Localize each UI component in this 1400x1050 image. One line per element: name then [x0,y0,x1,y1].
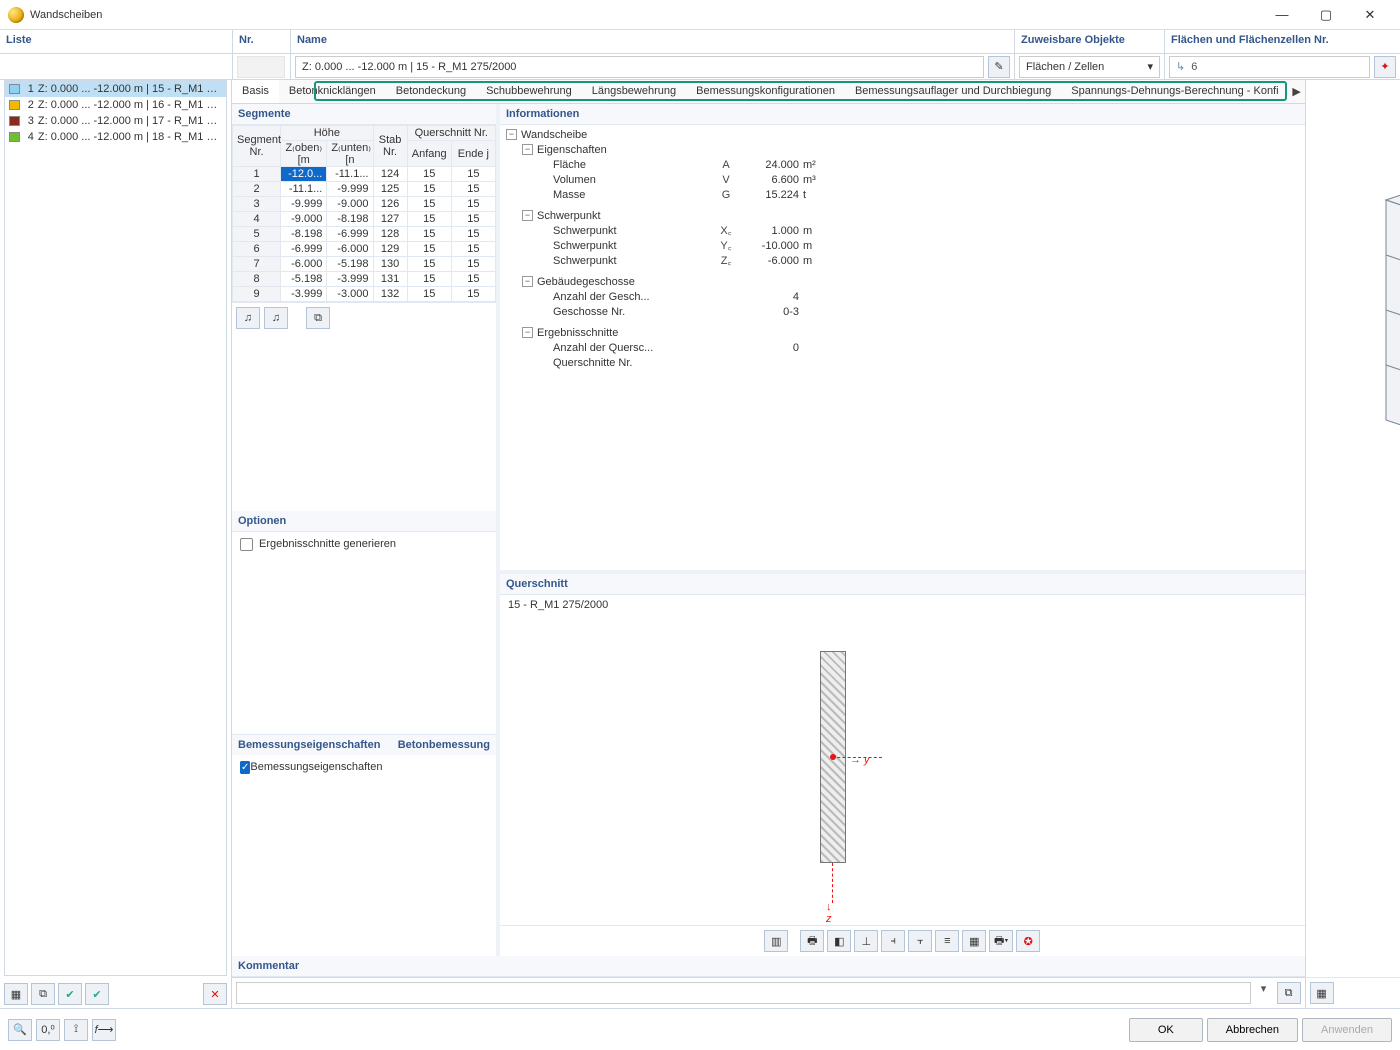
kommentar-input[interactable] [236,982,1251,1004]
betonbemessung-label: Betonbemessung [398,739,490,751]
pick-button[interactable]: ✦ [1374,56,1396,78]
list-item[interactable]: 3Z: 0.000 ... -12.000 m | 17 - R_M1 275/… [5,113,226,129]
name-input[interactable]: Z: 0.000 ... -12.000 m | 15 - R_M1 275/2… [295,56,984,78]
nr-header: Nr. [232,30,290,53]
cross-section-view: → y ↓z [500,615,1305,925]
info-header: Informationen [500,104,1305,125]
table-row[interactable]: 8-5.198-3.9991311515 [233,272,496,287]
table-row[interactable]: 1-12.0...-11.1...1241515 [233,167,496,182]
qs-tool-4[interactable]: ⊥ [854,930,878,952]
units-button[interactable]: 0,⁰ [36,1019,60,1041]
segments-header: Segmente [232,104,496,125]
zuweis-header: Zuweisbare Objekte [1014,30,1164,53]
table-row[interactable]: 3-9.999-9.0001261515 [233,197,496,212]
segment-table[interactable]: Segment Nr.HöheStab Nr.Querschnitt Nr. Z… [232,125,496,302]
new-button[interactable]: ▦ [4,983,28,1005]
tab-2[interactable]: Betondeckung [386,80,476,103]
qs-tool-8[interactable]: ▦ [962,930,986,952]
qs-print[interactable]: 🖶 [800,930,824,952]
table-row[interactable]: 9-3.999-3.0001321515 [233,287,496,302]
seg-tool-2[interactable]: ♫ [264,307,288,329]
delete-button[interactable]: ✕ [203,983,227,1005]
tool-3[interactable]: ⟟ [64,1019,88,1041]
table-row[interactable]: 5-8.198-6.9991281515 [233,227,496,242]
tab-5[interactable]: Bemessungskonfigurationen [686,80,845,103]
tab-0[interactable]: Basis [232,80,279,103]
qs-tool-10[interactable]: ✪ [1016,930,1040,952]
maximize-button[interactable]: ▢ [1304,0,1348,30]
table-row[interactable]: 2-11.1...-9.9991251515 [233,182,496,197]
app-icon [8,7,24,23]
chevron-down-icon: ▾ [1147,60,1153,73]
help-button[interactable]: 🔍 [8,1019,32,1041]
check1-button[interactable]: ✔ [58,983,82,1005]
tab-6[interactable]: Bemessungsauflager und Durchbiegung [845,80,1061,103]
kommentar-drop[interactable]: ▾ [1255,982,1273,1004]
qs-tool-3[interactable]: ◧ [827,930,851,952]
cancel-button[interactable]: Abbrechen [1207,1018,1298,1042]
list-item[interactable]: 4Z: 0.000 ... -12.000 m | 18 - R_M1 275/… [5,129,226,145]
flnr-header: Flächen und Flächenzellen Nr. [1164,30,1400,53]
name-header: Name [290,30,1014,53]
list-item[interactable]: 2Z: 0.000 ... -12.000 m | 16 - R_M1 275/… [5,97,226,113]
qs-tool-9[interactable]: 🖶▾ [989,930,1013,952]
zuweis-select[interactable]: Flächen / Zellen▾ [1019,56,1160,78]
qs-tool-7[interactable]: ≡ [935,930,959,952]
tool-4[interactable]: f⟶ [92,1019,116,1041]
table-row[interactable]: 7-6.000-5.1981301515 [233,257,496,272]
tab-1[interactable]: Betonknicklängen [279,80,386,103]
list-header: Liste [0,30,232,53]
kommentar-lib[interactable]: ⧉ [1277,982,1301,1004]
window-title: Wandscheiben [30,9,102,21]
preview-tool-1[interactable]: ▦ [1310,982,1334,1004]
qs-tool-1[interactable]: ▥ [764,930,788,952]
tab-7[interactable]: Spannungs-Dehnungs-Berechnung - Konfi [1061,80,1288,103]
table-row[interactable]: 4-9.000-8.1981271515 [233,212,496,227]
qs-tool-5[interactable]: ⫞ [881,930,905,952]
check2-button[interactable]: ✔ [85,983,109,1005]
rename-button[interactable]: ✎ [988,56,1010,78]
qs-tool-6[interactable]: ⫟ [908,930,932,952]
querschnitt-header: Querschnitt [500,574,1305,595]
tabs-scroll-right[interactable]: ▶ [1289,80,1305,103]
list-item[interactable]: 1Z: 0.000 ... -12.000 m | 15 - R_M1 275/… [5,81,226,97]
info-tree[interactable]: −Wandscheibe−EigenschaftenFlächeA24.000m… [500,125,1305,570]
model-preview[interactable] [1306,80,1400,977]
flnr-input[interactable]: 6 [1169,56,1370,78]
apply-button[interactable]: Anwenden [1302,1018,1392,1042]
querschnitt-label: 15 - R_M1 275/2000 [500,595,1305,615]
tab-3[interactable]: Schubbewehrung [476,80,582,103]
seg-tool-3[interactable]: ⧉ [306,307,330,329]
ok-button[interactable]: OK [1129,1018,1203,1042]
kommentar-header: Kommentar [232,956,1305,977]
close-button[interactable]: ✕ [1348,0,1392,30]
tab-strip: BasisBetonknicklängenBetondeckungSchubbe… [232,80,1305,104]
options-header: Optionen [232,511,496,532]
nr-field[interactable] [237,56,285,78]
minimize-button[interactable]: — [1260,0,1304,30]
copy-button[interactable]: ⧉ [31,983,55,1005]
seg-tool-1[interactable]: ♫ [236,307,260,329]
generate-sections-checkbox[interactable]: Ergebnisschnitte generieren [232,532,496,557]
table-row[interactable]: 6-6.999-6.0001291515 [233,242,496,257]
tab-4[interactable]: Längsbewehrung [582,80,686,103]
bemessung-header: Bemessungseigenschaften [238,739,380,751]
item-list[interactable]: 1Z: 0.000 ... -12.000 m | 15 - R_M1 275/… [4,80,227,976]
bemessung-checkbox[interactable]: ✓Bemessungseigenschaften [232,755,496,779]
